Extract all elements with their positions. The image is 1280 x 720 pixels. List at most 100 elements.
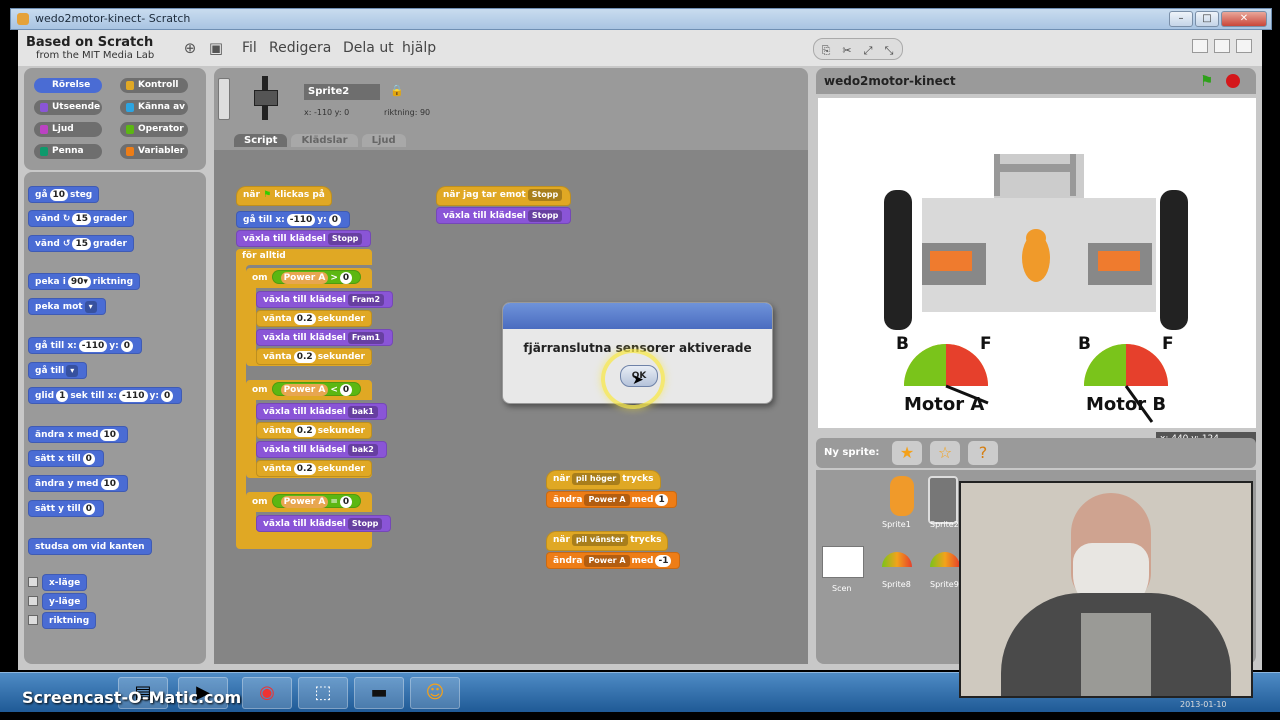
switch-costume-block[interactable]: växla till klädsel Fram1 xyxy=(256,329,394,346)
presentation-mode-icon[interactable] xyxy=(1236,39,1252,53)
when-key-pressed-hat[interactable]: när pil höger trycks xyxy=(546,470,661,490)
goto-block[interactable]: gå till ▾ xyxy=(28,362,88,379)
globe-icon[interactable]: ⊕ xyxy=(182,40,198,56)
stage[interactable]: B F Motor A B F Motor B xyxy=(818,98,1256,428)
category-label: Utseende xyxy=(52,102,101,112)
wait-block[interactable]: vänta 0.2 sekunder xyxy=(256,460,372,477)
wait-block[interactable]: vänta 0.2 sekunder xyxy=(256,348,372,365)
change-x-block[interactable]: ändra x med 10 xyxy=(28,426,128,443)
change-variable-block[interactable]: ändra Power Amed 1 xyxy=(546,491,677,508)
direction-reporter[interactable]: riktning xyxy=(42,612,97,629)
point-towards-block[interactable]: peka mot ▾ xyxy=(28,298,106,315)
paint-sprite-icon[interactable]: ★ xyxy=(892,441,922,465)
x-position-reporter[interactable]: x-läge xyxy=(42,574,88,591)
shrink-tool-icon[interactable]: ⤡ xyxy=(880,44,898,58)
tab-costumes[interactable]: Klädslar xyxy=(291,134,358,147)
glide-block[interactable]: glid 1 sek till x: -110 y: 0 xyxy=(28,387,183,404)
sprite2-thumbnail[interactable] xyxy=(928,476,958,524)
duplicate-tool-icon[interactable]: ⎘ xyxy=(817,44,835,58)
switch-costume-block[interactable]: växla till klädsel Stopp xyxy=(236,230,372,247)
grow-tool-icon[interactable]: ⤢ xyxy=(859,44,877,58)
maximize-button[interactable]: □ xyxy=(1195,11,1219,27)
category-kontroll[interactable]: Kontroll xyxy=(120,78,188,93)
category-utseende[interactable]: Utseende xyxy=(34,100,102,115)
save-icon[interactable]: ▣ xyxy=(208,40,224,56)
random-sprite-icon[interactable]: ? xyxy=(968,441,998,465)
category-operator[interactable]: Operator xyxy=(120,122,188,137)
category-rörelse[interactable]: Rörelse xyxy=(34,78,102,93)
new-sprite-bar: Ny sprite: ★ ☆ ? xyxy=(816,438,1256,468)
rotation-style-icon[interactable] xyxy=(218,78,230,120)
choose-sprite-icon[interactable]: ☆ xyxy=(930,441,960,465)
category-label: Ljud xyxy=(52,124,74,134)
clock: 2013-01-10 xyxy=(1180,700,1227,709)
switch-costume-block[interactable]: växla till klädsel Stopp xyxy=(436,207,572,224)
set-y-block[interactable]: sätt y till 0 xyxy=(28,500,104,517)
sprite-direction: riktning: 90 xyxy=(384,108,431,117)
cut-tool-icon[interactable]: ✂ xyxy=(838,44,856,57)
sprite-thumbnail xyxy=(248,76,284,120)
direction-checkbox[interactable] xyxy=(28,615,38,625)
change-variable-block[interactable]: ändra Power Amed -1 xyxy=(546,552,681,569)
gauge-a-f-label: F xyxy=(980,334,992,354)
category-variabler[interactable]: Variabler xyxy=(120,144,188,159)
y-position-reporter[interactable]: y-läge xyxy=(42,593,88,610)
tab-sounds[interactable]: Ljud xyxy=(361,134,406,147)
menu-share[interactable]: Dela ut xyxy=(343,40,394,56)
lock-icon[interactable]: 🔒 xyxy=(390,84,404,97)
category-ljud[interactable]: Ljud xyxy=(34,122,102,137)
sprite1-thumbnail[interactable] xyxy=(890,476,914,516)
category-color-icon xyxy=(40,125,48,134)
kinect-icon[interactable]: ▬ xyxy=(354,677,404,709)
minimize-button[interactable]: – xyxy=(1169,11,1193,27)
sprite9-label: Sprite9 xyxy=(930,580,959,589)
scratch-taskbar-icon[interactable]: ☺ xyxy=(410,677,460,709)
mouse-cursor-icon: ➤ xyxy=(632,372,644,388)
stop-icon[interactable] xyxy=(1226,74,1240,88)
turn-left-block[interactable]: vänd ↺ 15 grader xyxy=(28,235,134,252)
small-stage-icon[interactable] xyxy=(1192,39,1208,53)
script-area[interactable]: när ⚑ klickas på gå till x: -110 y: 0 växla… xyxy=(214,150,808,664)
change-y-block[interactable]: ändra y med 10 xyxy=(28,475,129,492)
y-position-checkbox[interactable] xyxy=(28,596,38,606)
x-position-checkbox[interactable] xyxy=(28,577,38,587)
wait-block[interactable]: vänta 0.2 sekunder xyxy=(256,422,372,439)
switch-costume-block[interactable]: växla till klädsel Fram2 xyxy=(256,291,394,308)
tab-script[interactable]: Script xyxy=(234,134,288,147)
bounce-block[interactable]: studsa om vid kanten xyxy=(28,538,152,555)
stage-thumbnail[interactable] xyxy=(822,546,864,578)
switch-costume-block[interactable]: växla till klädsel bak1 xyxy=(256,403,387,420)
webcam-overlay xyxy=(959,481,1253,698)
category-penna[interactable]: Penna xyxy=(34,144,102,159)
stage-header: wedo2motor-kinect ⚑ xyxy=(816,68,1256,94)
point-direction-block[interactable]: peka i 90▾ riktning xyxy=(28,273,141,290)
sprite8-thumbnail[interactable] xyxy=(882,552,912,567)
switch-costume-block[interactable]: växla till klädsel bak2 xyxy=(256,441,387,458)
normal-stage-icon[interactable] xyxy=(1214,39,1230,53)
wait-block[interactable]: vänta 0.2 sekunder xyxy=(256,310,372,327)
goto-xy-script-block[interactable]: gå till x: -110 y: 0 xyxy=(236,211,351,228)
when-key-pressed-hat[interactable]: när pil vänster trycks xyxy=(546,531,669,551)
green-flag-icon[interactable]: ⚑ xyxy=(1200,72,1213,90)
chrome-icon[interactable]: ◉ xyxy=(242,677,292,709)
move-block[interactable]: gå 10 steg xyxy=(28,186,100,203)
when-receive-hat[interactable]: när jag tar emot Stopp xyxy=(436,186,572,206)
menu-edit[interactable]: Redigera xyxy=(269,40,331,56)
turn-right-block[interactable]: vänd ↻ 15 grader xyxy=(28,210,134,227)
sprite9-thumbnail[interactable] xyxy=(930,552,960,567)
gauge-b-b-label: B xyxy=(1078,334,1091,354)
category-känna-av[interactable]: Känna av xyxy=(120,100,188,115)
motor-b-label: Motor B xyxy=(1086,394,1167,415)
capture-icon[interactable]: ⬚ xyxy=(298,677,348,709)
goto-xy-block[interactable]: gå till x: -110 y: 0 xyxy=(28,337,143,354)
menu-file[interactable]: Fil xyxy=(242,40,257,56)
menu-help[interactable]: hjälp xyxy=(402,40,436,56)
set-x-block[interactable]: sätt x till 0 xyxy=(28,450,104,467)
blocks-palette: gå 10 steg vänd ↻ 15 grader vänd ↺ 15 grader p… xyxy=(24,172,206,664)
close-button[interactable]: ✕ xyxy=(1221,11,1267,27)
switch-costume-block[interactable]: växla till klädsel Stopp xyxy=(256,515,392,532)
screen: wedo2motor-kinect- Scratch – □ ✕ Based o… xyxy=(0,0,1280,720)
when-flag-clicked-hat[interactable]: när ⚑ klickas på xyxy=(236,186,332,206)
sprite-name-field[interactable]: Sprite2 xyxy=(304,84,380,100)
sprite-tools: ⎘ ✂ ⤢ ⤡ xyxy=(813,38,903,60)
